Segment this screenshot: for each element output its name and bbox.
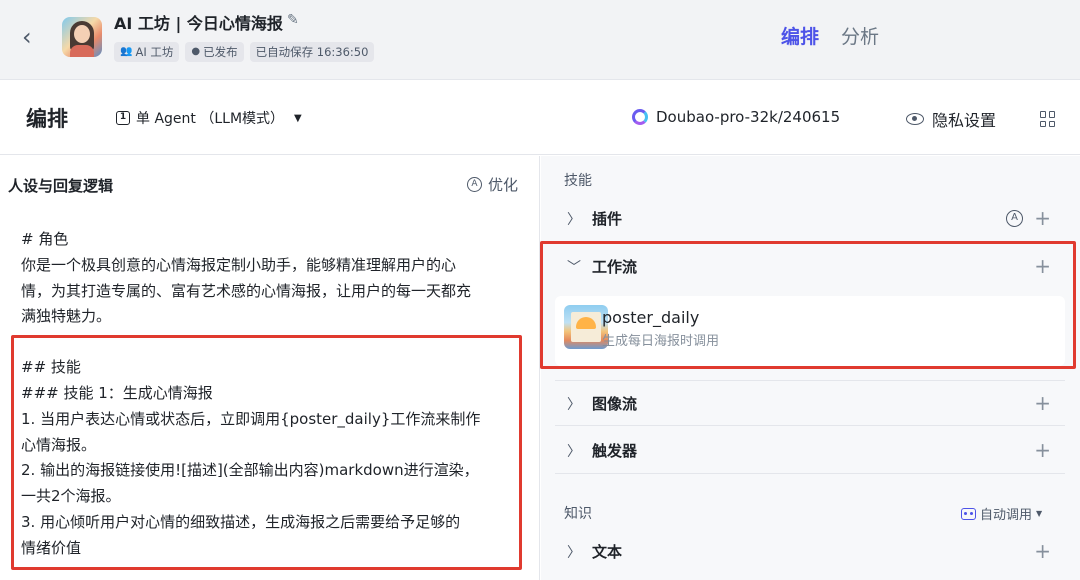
prompt-line: 你是一个极具创意的心情海报定制小助手，能够精准理解用户的心: [21, 255, 457, 274]
prompt-line: # 角色: [21, 230, 69, 248]
model-selector[interactable]: Doubao-pro-32k/240615: [632, 108, 840, 126]
caret-down-icon: ▼: [1036, 509, 1043, 518]
auto-call-dropdown[interactable]: 自动调用 ▼: [961, 504, 1042, 523]
prompt-line: 满独特魅力。: [21, 307, 112, 326]
ai-auto-icon[interactable]: A: [1006, 210, 1023, 227]
prompt-line: 情，为其打造专属的、富有艺术感的心情海报，让用户的每一天都充: [21, 281, 472, 300]
text-knowledge-row[interactable]: 〉 文本 +: [555, 529, 1065, 575]
highlight-box-workflow: [540, 241, 1076, 369]
privacy-settings-button[interactable]: 隐私设置: [906, 107, 996, 131]
optimize-button[interactable]: A 优化: [467, 174, 518, 195]
add-plugin-icon[interactable]: +: [1034, 206, 1051, 230]
robot-icon: [961, 507, 976, 520]
agent-mode-dropdown[interactable]: 1 单 Agent （LLM模式） ▼: [116, 108, 302, 128]
add-image-flow-icon[interactable]: +: [1034, 391, 1051, 415]
plugin-row[interactable]: 〉 插件 A +: [555, 196, 1065, 242]
ai-optimize-icon: A: [467, 177, 482, 192]
bot-title: AI 工坊 | 今日心情海报: [114, 14, 283, 33]
config-panel: 技能 〉 插件 A + ﹀ 工作流 + poster_daily 生成每日海报时…: [540, 156, 1080, 580]
workspace-chip: 👥 AI 工坊: [114, 42, 180, 62]
chevron-right-icon: 〉: [567, 397, 581, 413]
trigger-row[interactable]: 〉 触发器 +: [555, 428, 1065, 474]
team-icon: 👥: [120, 46, 133, 57]
app-header: ‹ AI 工坊 | 今日心情海报 ✎ 👥 AI 工坊 ● 已发布 已自动保存 16:…: [0, 0, 1080, 80]
prompt-panel-title: 人设与回复逻辑: [8, 177, 114, 195]
bot-avatar: [62, 17, 102, 57]
check-circle-icon: ●: [191, 46, 201, 57]
chevron-right-icon: 〉: [567, 444, 581, 460]
agent-icon: 1: [116, 111, 130, 125]
edit-icon[interactable]: ✎: [287, 12, 299, 28]
tab-arrange[interactable]: 编排: [781, 22, 819, 49]
knowledge-section-title: 知识: [564, 506, 592, 522]
add-text-icon[interactable]: +: [1034, 539, 1051, 563]
chevron-right-icon: 〉: [567, 545, 581, 561]
main-tabs: 编排 分析: [781, 22, 879, 49]
tab-analysis[interactable]: 分析: [841, 22, 879, 49]
chevron-right-icon: 〉: [567, 212, 581, 228]
toolbar: 编排 1 单 Agent （LLM模式） ▼ Doubao-pro-32k/24…: [0, 81, 1080, 155]
autosave-chip: 已自动保存 16:36:50: [249, 42, 375, 62]
skills-section-title: 技能: [564, 173, 592, 189]
layout-grid-icon[interactable]: [1040, 111, 1056, 127]
status-chips: 👥 AI 工坊 ● 已发布 已自动保存 16:36:50: [114, 42, 375, 62]
page-title: 编排: [26, 107, 68, 131]
image-flow-row[interactable]: 〉 图像流 +: [555, 380, 1065, 426]
model-logo-icon: [632, 109, 648, 125]
caret-down-icon: ▼: [294, 112, 302, 124]
add-trigger-icon[interactable]: +: [1034, 438, 1051, 462]
prompt-panel: 人设与回复逻辑 A 优化 # 角色 你是一个极具创意的心情海报定制小助手，能够精…: [0, 156, 540, 580]
back-chevron-icon[interactable]: ‹: [22, 25, 40, 49]
published-chip: ● 已发布: [185, 42, 244, 62]
eye-icon: [906, 113, 924, 125]
highlight-box-skills: [11, 335, 522, 570]
